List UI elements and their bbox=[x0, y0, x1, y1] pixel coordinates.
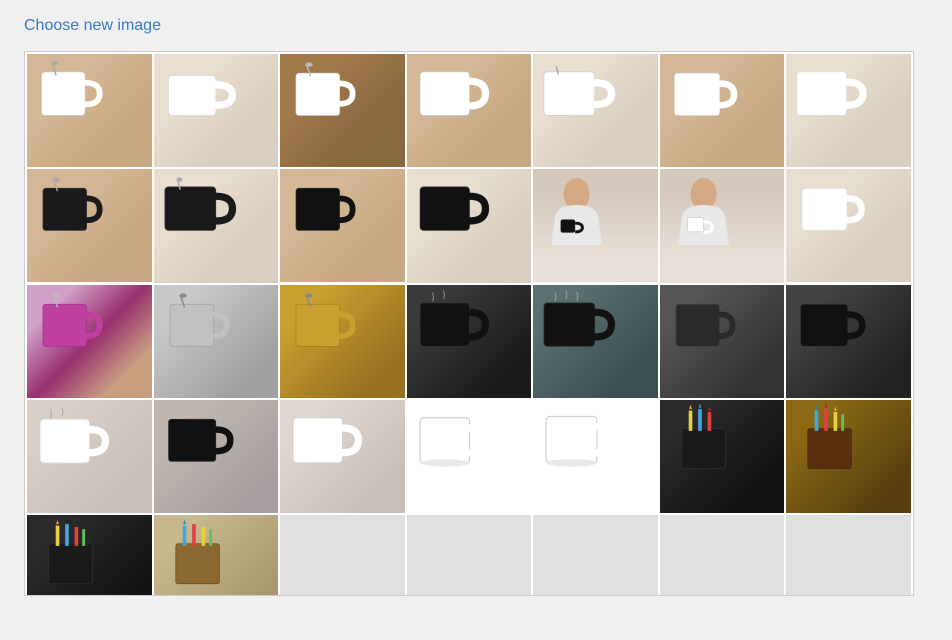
mug-image bbox=[533, 54, 620, 133]
mug-image bbox=[154, 400, 241, 479]
person-mug-image bbox=[533, 169, 620, 248]
gallery-item-r2c5[interactable] bbox=[533, 169, 658, 282]
mug-image bbox=[27, 54, 114, 133]
pencil-holder-image bbox=[786, 400, 873, 479]
mug-image bbox=[27, 169, 114, 248]
gallery-item-r1c6[interactable] bbox=[660, 54, 785, 167]
mug-image bbox=[407, 169, 494, 248]
gallery-item-r5c5[interactable] bbox=[533, 515, 658, 596]
mug-image bbox=[154, 169, 241, 248]
mug-image bbox=[786, 285, 873, 364]
mug-image bbox=[660, 285, 747, 364]
gallery-item-r4c7[interactable] bbox=[786, 400, 911, 513]
mug-image bbox=[407, 400, 494, 479]
mug-image bbox=[280, 54, 367, 133]
gallery-item-r3c1[interactable] bbox=[27, 285, 152, 398]
gallery-item-r3c6[interactable] bbox=[660, 285, 785, 398]
gallery-item-r1c4[interactable] bbox=[407, 54, 532, 167]
mug-image bbox=[786, 54, 873, 133]
gallery-item-r3c2[interactable] bbox=[154, 285, 279, 398]
gallery-item-r4c4[interactable] bbox=[407, 400, 532, 513]
gallery-grid bbox=[25, 52, 913, 596]
mug-image bbox=[280, 285, 367, 364]
gallery-item-r2c6[interactable] bbox=[660, 169, 785, 282]
gallery-item-r2c7[interactable] bbox=[786, 169, 911, 282]
pencil-holder-image bbox=[154, 515, 241, 594]
gallery-item-r5c1[interactable] bbox=[27, 515, 152, 596]
gallery-item-r4c3[interactable] bbox=[280, 400, 405, 513]
gallery-item-r4c5[interactable] bbox=[533, 400, 658, 513]
choose-new-image-link[interactable]: Choose new image bbox=[24, 17, 161, 35]
gallery-item-r1c1[interactable] bbox=[27, 54, 152, 167]
gallery-item-r3c7[interactable] bbox=[786, 285, 911, 398]
mug-image bbox=[280, 169, 367, 248]
mug-image bbox=[660, 54, 747, 133]
gallery-item-r3c3[interactable] bbox=[280, 285, 405, 398]
gallery-item-r1c2[interactable] bbox=[154, 54, 279, 167]
person-mug-image bbox=[660, 169, 747, 248]
gallery-item-r5c2[interactable] bbox=[154, 515, 279, 596]
gallery-item-r1c7[interactable] bbox=[786, 54, 911, 167]
mug-image bbox=[280, 400, 367, 479]
gallery-item-r1c5[interactable] bbox=[533, 54, 658, 167]
gallery-item-r4c2[interactable] bbox=[154, 400, 279, 513]
mug-image bbox=[154, 54, 241, 133]
gallery-item-r2c4[interactable] bbox=[407, 169, 532, 282]
mug-image bbox=[27, 285, 114, 364]
gallery-item-r2c2[interactable] bbox=[154, 169, 279, 282]
gallery-item-r2c1[interactable] bbox=[27, 169, 152, 282]
mug-image bbox=[533, 400, 620, 479]
gallery-item-r5c4[interactable] bbox=[407, 515, 532, 596]
mug-image bbox=[154, 285, 241, 364]
gallery-item-r2c3[interactable] bbox=[280, 169, 405, 282]
gallery-wrapper[interactable] bbox=[24, 51, 914, 596]
gallery-item-r5c3[interactable] bbox=[280, 515, 405, 596]
pencil-holder-image bbox=[27, 515, 114, 594]
gallery-item-r5c7[interactable] bbox=[786, 515, 911, 596]
mug-image bbox=[27, 400, 114, 479]
gallery-item-r4c1[interactable] bbox=[27, 400, 152, 513]
mug-image bbox=[786, 169, 873, 248]
gallery-item-r3c4[interactable] bbox=[407, 285, 532, 398]
pencil-holder-image bbox=[660, 400, 747, 479]
gallery-item-r5c6[interactable] bbox=[660, 515, 785, 596]
gallery-item-r3c5[interactable] bbox=[533, 285, 658, 398]
gallery-item-r4c6[interactable] bbox=[660, 400, 785, 513]
mug-image bbox=[407, 54, 494, 133]
mug-image bbox=[533, 285, 620, 364]
mug-image bbox=[407, 285, 494, 364]
page-container: Choose new image bbox=[0, 0, 952, 606]
gallery-item-r1c3[interactable] bbox=[280, 54, 405, 167]
